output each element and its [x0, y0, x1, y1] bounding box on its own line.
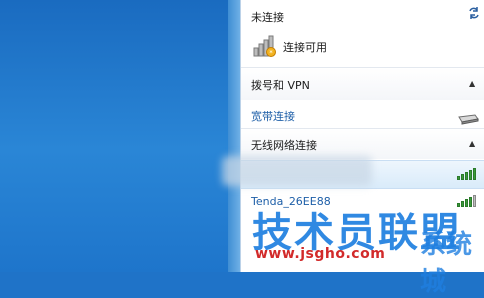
- broadband-connection-item[interactable]: 宽带连接: [241, 100, 484, 128]
- modem-icon: [457, 110, 479, 125]
- collapse-caret-icon[interactable]: ▲: [469, 139, 475, 148]
- watermark-url: www.jsgho.com: [255, 246, 386, 262]
- not-connected-label: 未连接: [251, 11, 284, 24]
- desktop-background: [0, 0, 240, 272]
- svg-text:*: *: [269, 49, 273, 57]
- collapse-caret-icon[interactable]: ▲: [469, 79, 475, 88]
- dialup-vpn-header-label: 拨号和 VPN: [251, 79, 310, 92]
- refresh-icon[interactable]: [467, 5, 481, 19]
- broadband-connection-label: 宽带连接: [251, 110, 295, 123]
- signal-warning-icon: *: [253, 32, 279, 58]
- desktop-edge: [228, 0, 240, 272]
- wireless-header-label: 无线网络连接: [251, 139, 317, 152]
- wifi-signal-icon: [457, 168, 476, 180]
- wireless-section-header[interactable]: 无线网络连接 ▲: [241, 129, 484, 159]
- dialup-vpn-section-header[interactable]: 拨号和 VPN ▲: [241, 68, 484, 100]
- watermark-side-text: 系统城: [420, 230, 473, 297]
- connections-available-label: 连接可用: [283, 41, 327, 54]
- obscured-network-name-blur: [222, 156, 372, 186]
